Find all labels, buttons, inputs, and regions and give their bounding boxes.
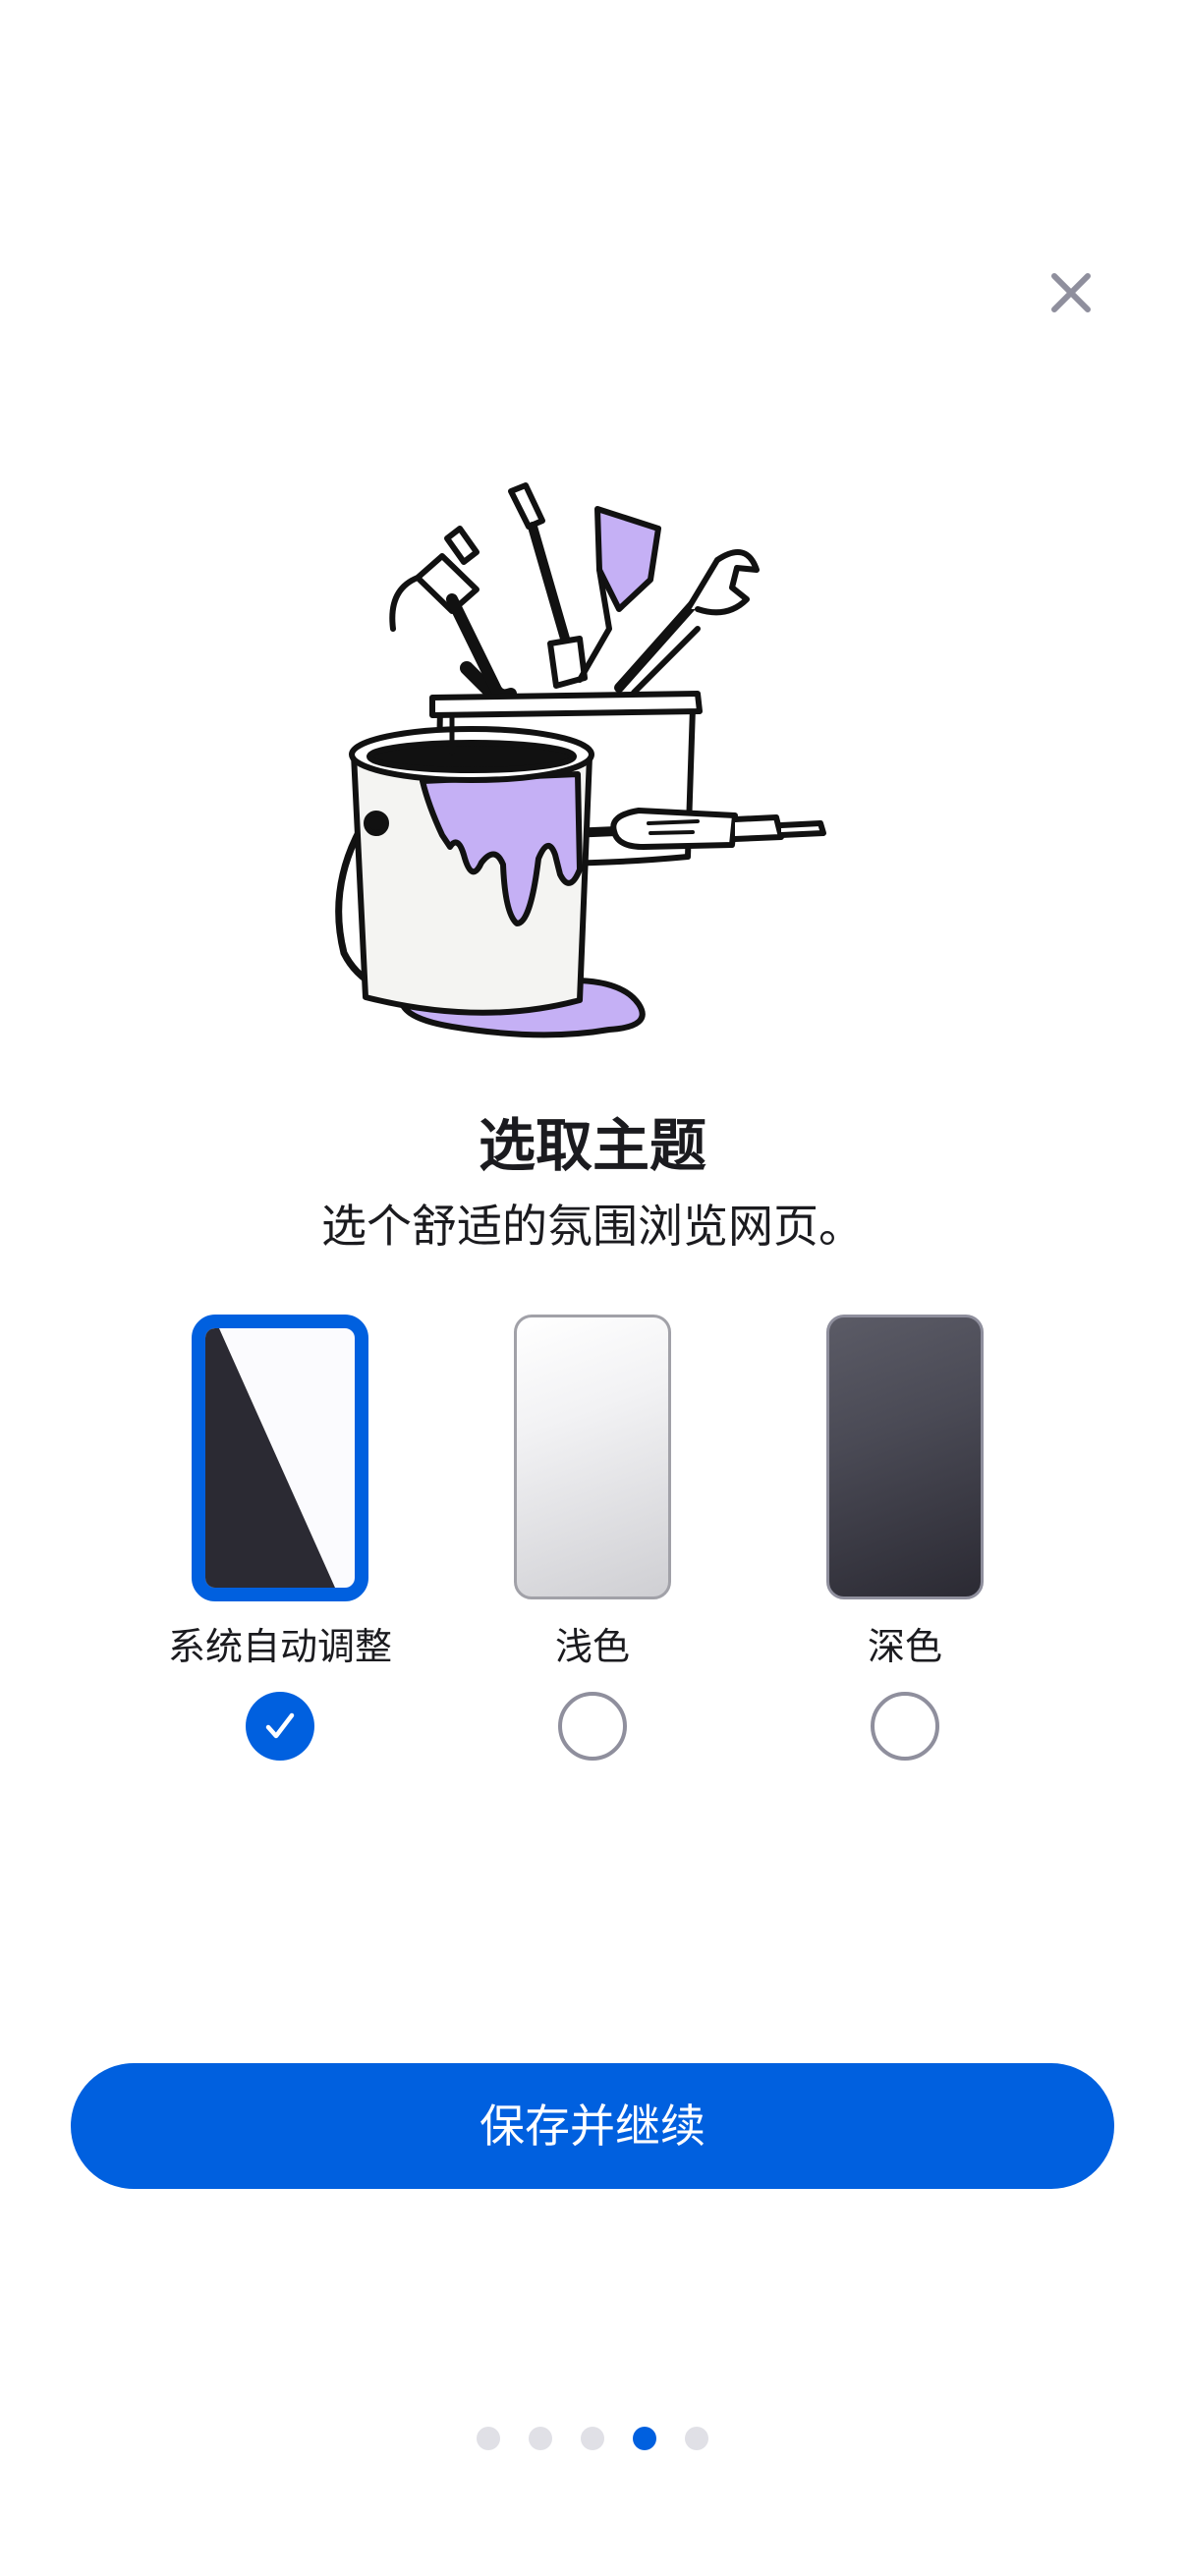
dark-theme-preview[interactable]: [826, 1315, 984, 1599]
theme-radio-dark[interactable]: [871, 1692, 939, 1761]
page-dot-2[interactable]: [529, 2427, 552, 2450]
page-subtitle: 选个舒适的氛围浏览网页。: [321, 1200, 864, 1253]
close-button[interactable]: [1032, 253, 1110, 332]
page-indicator: [0, 2427, 1185, 2450]
page-dot-4[interactable]: [633, 2427, 656, 2450]
theme-option-dark[interactable]: 深色: [758, 1315, 1052, 1766]
light-theme-preview[interactable]: [514, 1315, 671, 1599]
theme-label-system: 系统自动调整: [167, 1625, 392, 1668]
theme-option-system[interactable]: 系统自动调整: [133, 1315, 427, 1766]
page-dot-3[interactable]: [581, 2427, 604, 2450]
page-dot-1[interactable]: [477, 2427, 500, 2450]
theme-label-dark: 深色: [867, 1625, 942, 1668]
paint-bucket-illustration: [335, 482, 826, 1038]
checkmark-icon: [265, 1712, 295, 1739]
theme-label-light: 浅色: [554, 1625, 630, 1668]
theme-radio-light[interactable]: [558, 1692, 627, 1761]
close-icon: [1051, 273, 1091, 312]
system-theme-preview[interactable]: [192, 1315, 368, 1601]
page-title: 选取主题: [478, 1112, 706, 1179]
page-dot-5[interactable]: [685, 2427, 708, 2450]
save-and-continue-button[interactable]: 保存并继续: [71, 2063, 1114, 2189]
theme-option-light[interactable]: 浅色: [445, 1315, 740, 1766]
theme-radio-system[interactable]: [246, 1692, 314, 1761]
